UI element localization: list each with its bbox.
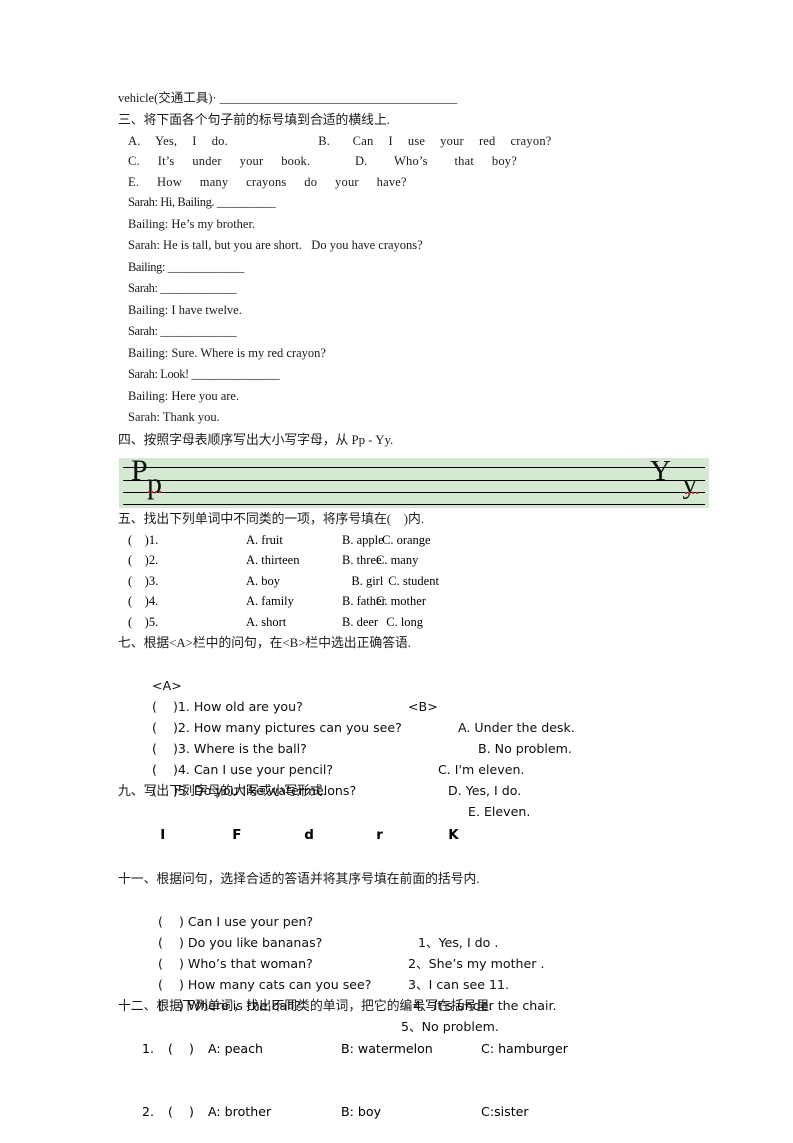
section-5-row-5b: C. long bbox=[118, 612, 718, 632]
option-b[interactable]: B: boy bbox=[341, 1101, 481, 1122]
section-3-heading: 三、将下面各个句子前的标号填到合适的横线上. bbox=[118, 112, 390, 127]
section-5-row-1b: C. orange bbox=[118, 530, 718, 550]
section-11-row-4: ( ) How many cats can you see? 4、It’s un… bbox=[118, 953, 718, 1013]
ruled-line-3 bbox=[123, 491, 705, 493]
section-7-row-1: ( )1. How old are you? A. Under the desk… bbox=[118, 675, 718, 735]
dialogue-line-8: Bailing: Sure. Where is my red crayon? bbox=[128, 345, 326, 360]
option-c[interactable]: C. mother bbox=[376, 594, 426, 608]
letter-i: I bbox=[160, 826, 166, 843]
dialogue-line-6: Bailing: I have twelve. bbox=[128, 302, 242, 317]
section-11-row-3: ( ) Who’s that woman? 3、I can see 11. bbox=[118, 932, 718, 992]
letter-lowercase-y: y bbox=[682, 467, 698, 500]
answer-option[interactable]: 5、No problem. bbox=[401, 1016, 499, 1037]
question-text[interactable]: ( ) Where is the ball? bbox=[158, 995, 301, 1016]
letter-lowercase-p: p bbox=[147, 466, 162, 500]
answer-parenthesis[interactable]: ( ) bbox=[168, 1101, 208, 1122]
dialogue-line-3: Sarah: He is tall, but you are short. Do… bbox=[128, 238, 423, 253]
section-12-row-2: 2. ( ) A: brother B: boy C:sister bbox=[118, 1080, 718, 1143]
section-5-row-4b: C. mother bbox=[118, 591, 718, 611]
section-11-row-5: ( ) Where is the ball? 5、No problem. bbox=[118, 974, 718, 1034]
section-7-heading: 七、根据<A>栏中的问句，在<B>栏中选出正确答语. bbox=[118, 635, 411, 650]
spellcheck-underline-icon-2 bbox=[685, 489, 698, 494]
section-5-row-2b: C. many bbox=[118, 550, 718, 570]
dialogue-line-9: Sarah: Look! _______________ bbox=[128, 367, 280, 382]
dialogue-line-7: Sarah: _____________ bbox=[128, 324, 237, 339]
spellcheck-underline-icon-1 bbox=[148, 488, 161, 493]
section-3-option-line-1: A. Yes, I do. B. Can I use your red cray… bbox=[128, 133, 552, 148]
dialogue-line-4: Bailing: _____________ bbox=[128, 259, 244, 274]
section-7-row-2: ( )2. How many pictures can you see? B. … bbox=[118, 696, 718, 756]
ruled-line-4 bbox=[123, 503, 705, 505]
dialogue-line-5: Sarah: _____________ bbox=[128, 281, 237, 296]
dialogue-line-10: Bailing: Here you are. bbox=[128, 388, 240, 403]
section-9-letter-row: I Fd r K bbox=[118, 802, 718, 868]
answer-option[interactable]: 4、It’s under the chair. bbox=[413, 995, 557, 1016]
letter-f: F bbox=[232, 826, 242, 843]
section-11-heading: 十一、根据问句，选择合适的答语并将其序号填在前面的括号内. bbox=[118, 871, 480, 886]
worksheet-page: vehicle(交通工具)· _________________________… bbox=[0, 0, 793, 1122]
ruled-line-2 bbox=[123, 479, 705, 481]
section-7-row-3: ( )3. Where is the ball? C. I'm eleven. bbox=[118, 717, 718, 777]
answer-option[interactable]: E. Eleven. bbox=[468, 801, 530, 822]
section-5-heading: 五、找出下列单词中不同类的一项，将序号填在( )内. bbox=[118, 511, 425, 526]
letter-uppercase-p: P bbox=[131, 453, 148, 487]
option-c[interactable]: C. student bbox=[382, 574, 439, 588]
handwriting-practice-box[interactable]: P p Y y bbox=[119, 453, 709, 508]
dialogue-line-2: Bailing: He’s my brother. bbox=[128, 216, 256, 231]
section-4-heading: 四、按照字母表顺序写出大小写字母，从 Pp - Yy. bbox=[118, 432, 394, 447]
option-c[interactable]: C: hamburger bbox=[481, 1041, 568, 1056]
dialogue-line-11: Sarah: Thank you. bbox=[128, 410, 220, 425]
section-5-row-3b: C. student bbox=[118, 571, 718, 591]
ruled-line-1 bbox=[123, 466, 705, 468]
row-number: 2. bbox=[142, 1103, 155, 1119]
option-c[interactable]: C. long bbox=[380, 615, 423, 629]
answer-parenthesis[interactable]: ( ) bbox=[168, 1038, 208, 1059]
question-text[interactable]: ( )5. Do you like watermelons? bbox=[152, 780, 356, 801]
vehicle-fill-in-line: vehicle(交通工具)· _________________________… bbox=[118, 91, 458, 105]
section-11-row-2: ( ) Do you like bananas? 2、She’s my moth… bbox=[118, 911, 718, 971]
letter-d: d bbox=[304, 826, 314, 843]
letter-r: r bbox=[376, 826, 383, 843]
section-7-column-headers: <A> <B> bbox=[118, 654, 718, 714]
letter-uppercase-y: Y bbox=[650, 454, 671, 487]
option-a[interactable]: A: peach bbox=[208, 1038, 341, 1059]
section-3-option-line-2: C. It’s under your book. D. Who’s that b… bbox=[128, 154, 517, 169]
option-a[interactable]: A: brother bbox=[208, 1101, 341, 1122]
option-c[interactable]: C. many bbox=[376, 553, 418, 567]
section-7-row-5: ( )5. Do you like watermelons? E. Eleven… bbox=[118, 759, 718, 819]
worksheet-content: vehicle(交通工具)· _________________________… bbox=[118, 88, 718, 1143]
answer-option[interactable]: D. Yes, I do. bbox=[448, 780, 521, 801]
section-11-row-1: ( ) Can I use your pen? 1、Yes, I do . bbox=[118, 890, 718, 950]
dialogue-line-1: Sarah: Hi, Bailing. __________ bbox=[128, 195, 276, 210]
section-3-option-line-3: E. How many crayons do your have? bbox=[128, 174, 407, 189]
option-c[interactable]: C. orange bbox=[382, 533, 431, 547]
option-b[interactable]: B: watermelon bbox=[341, 1038, 481, 1059]
letter-k: K bbox=[448, 826, 459, 843]
option-c[interactable]: C:sister bbox=[481, 1104, 529, 1119]
section-7-row-4: ( )4. Can I use your pencil? D. Yes, I d… bbox=[118, 738, 718, 798]
